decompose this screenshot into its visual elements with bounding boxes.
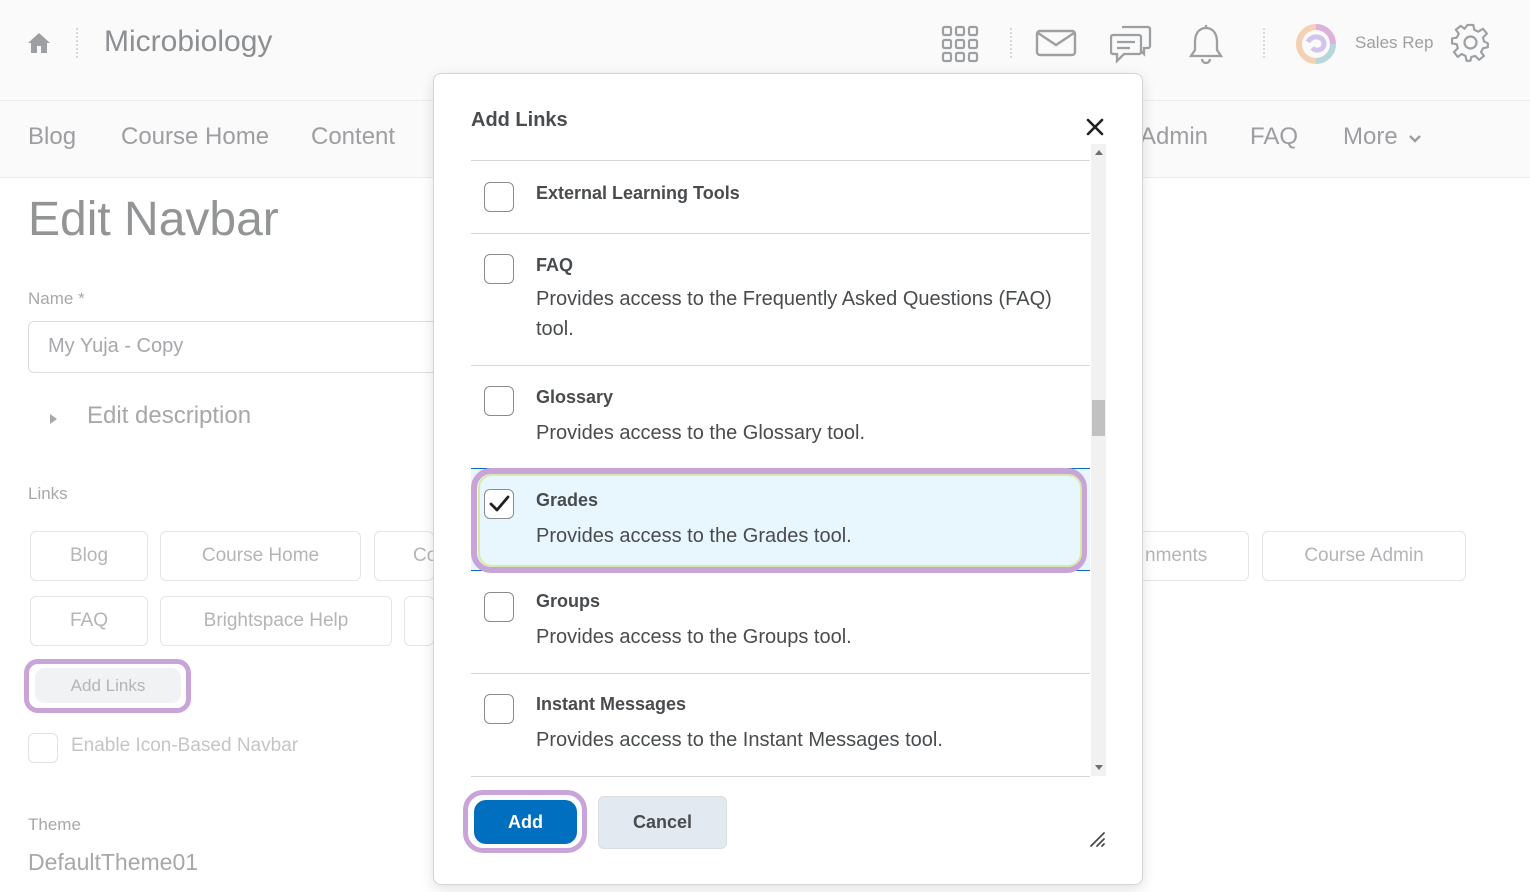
item-checkbox[interactable] [484,592,514,622]
header-separator [1263,28,1265,58]
close-icon[interactable] [1083,115,1107,139]
item-description: Provides access to the Glossary tool. [536,422,866,444]
chat-icon[interactable] [1110,24,1152,64]
icon-navbar-checkbox[interactable] [28,733,58,763]
checkmark-icon [489,495,510,512]
item-name: Instant Messages [536,694,687,714]
chevron-down-icon [1409,135,1422,143]
mail-icon[interactable] [1035,29,1077,57]
link-chip[interactable]: Course Admin [1262,531,1466,581]
bell-icon[interactable] [1188,24,1224,64]
link-chip[interactable]: Co [374,531,434,581]
name-input[interactable]: My Yuja - Copy [28,321,448,373]
header-separator [76,28,78,58]
edit-description-toggle[interactable]: Edit description [87,402,251,430]
item-description: Provides access to the Grades tool. [536,525,852,547]
nav-item-course-home[interactable]: Course Home [121,123,269,151]
expand-triangle-icon[interactable] [50,414,57,424]
user-name[interactable]: Sales Rep [1355,33,1433,53]
item-name: Glossary [536,387,614,407]
item-description: Provides access to the Groups tool. [536,626,852,648]
list-item-glossary[interactable]: Glossary Provides access to the Glossary… [471,366,1090,469]
item-description: Provides access to the Instant Messages … [536,729,943,751]
list-item-instant-messages[interactable]: Instant Messages Provides access to the … [471,674,1090,776]
item-description: Provides access to the Frequently Asked … [536,288,1052,340]
nav-item-faq[interactable]: FAQ [1250,123,1298,151]
link-chip[interactable] [404,596,434,646]
item-checkbox[interactable] [484,489,514,519]
course-title[interactable]: Microbiology [104,25,272,59]
header-separator [1010,28,1012,58]
theme-value: DefaultTheme01 [28,849,199,875]
link-chip[interactable]: FAQ [30,596,148,646]
resize-icon[interactable] [1088,830,1106,848]
list-item-faq[interactable]: FAQ Provides access to the Frequently As… [471,234,1090,366]
add-links-dialog: Add Links External Learning Tools FAQ Pr… [433,73,1143,885]
item-name: FAQ [536,255,574,275]
item-name: External Learning Tools [536,183,740,203]
links-list: External Learning Tools FAQ Provides acc… [471,160,1090,777]
scroll-down-arrow-icon[interactable] [1095,765,1103,770]
links-label: Links [28,484,68,503]
name-label: Name * [28,289,85,308]
nav-item-admin[interactable]: Admin [1140,123,1208,151]
add-links-button[interactable]: Add Links [35,668,181,703]
item-checkbox[interactable] [484,254,514,284]
nav-more-label: More [1343,123,1398,150]
icon-navbar-label: Enable Icon-Based Navbar [71,735,299,756]
list-item-grades[interactable]: Grades Provides access to the Grades too… [471,468,1090,571]
link-chip[interactable]: Blog [30,531,148,581]
nav-item-more[interactable]: More [1343,123,1422,151]
list-item-external-learning-tools[interactable]: External Learning Tools [471,161,1090,234]
link-chip[interactable]: Course Home [160,531,361,581]
item-name: Grades [536,490,599,510]
link-chip[interactable]: Brightspace Help [160,596,392,646]
add-button[interactable]: Add [474,800,577,844]
waffle-icon[interactable] [941,25,979,63]
list-item-groups[interactable]: Groups Provides access to the Groups too… [471,571,1090,674]
gear-icon[interactable] [1451,23,1491,63]
page-title: Edit Navbar [28,193,279,246]
item-checkbox[interactable] [484,182,514,212]
scroll-up-arrow-icon[interactable] [1095,150,1103,155]
list-scrollbar[interactable] [1091,144,1106,776]
cancel-button[interactable]: Cancel [598,796,727,849]
avatar[interactable] [1294,22,1338,66]
home-icon[interactable] [26,31,52,55]
scroll-thumb[interactable] [1092,400,1105,436]
item-name: Groups [536,591,601,611]
theme-label: Theme [28,815,81,834]
item-checkbox[interactable] [484,694,514,724]
dialog-title: Add Links [471,109,568,131]
item-checkbox[interactable] [484,386,514,416]
nav-item-content[interactable]: Content [311,123,395,151]
nav-item-blog[interactable]: Blog [28,123,76,151]
